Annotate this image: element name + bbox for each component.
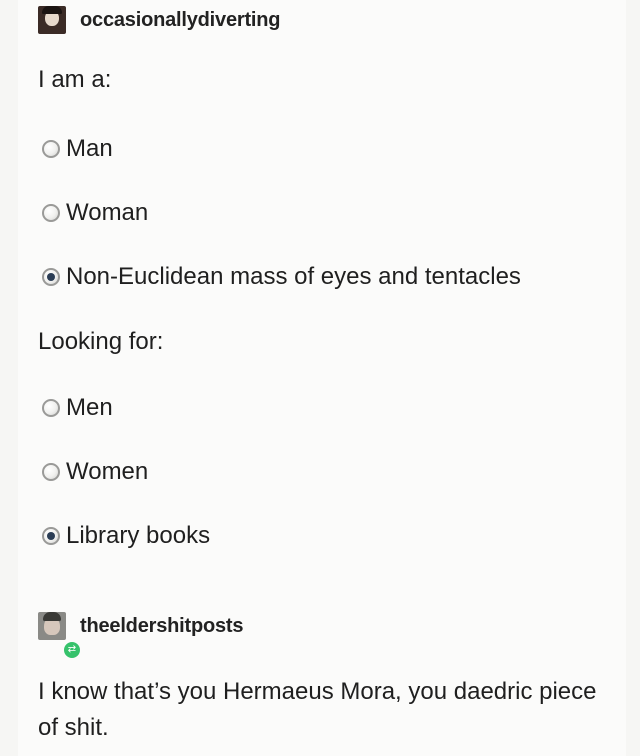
avatar[interactable] [38, 6, 66, 34]
radio-option-women[interactable]: Women [42, 458, 148, 486]
radio-option-men[interactable]: Men [42, 394, 113, 422]
option-label: Men [66, 394, 113, 421]
radio-option-man[interactable]: Man [42, 135, 113, 163]
original-post-header: occasionallydiverting [38, 6, 281, 34]
option-label: Woman [66, 199, 149, 226]
radio-selected-icon[interactable] [42, 527, 60, 545]
radio-selected-icon[interactable] [42, 268, 60, 286]
post-card: occasionallydiverting I am a: Man Woman … [18, 0, 626, 756]
option-label: Women [66, 458, 149, 485]
prompt-looking-for: Looking for: [38, 328, 164, 355]
radio-option-non-euclidean[interactable]: Non-Euclidean mass of eyes and tentacles [42, 263, 521, 291]
reblog-header: theeldershitposts [38, 612, 244, 640]
username-link[interactable]: theeldershitposts [80, 615, 244, 638]
radio-icon[interactable] [42, 204, 60, 222]
reblog-icon: ⇄ [62, 640, 82, 660]
prompt-i-am: I am a: [38, 66, 112, 93]
reblog-comment: I know that’s you Hermaeus Mora, you dae… [38, 678, 597, 741]
radio-option-library-books[interactable]: Library books [42, 522, 210, 550]
option-label: Non-Euclidean mass of eyes and tentacles [66, 263, 521, 290]
option-label: Man [66, 135, 113, 162]
radio-icon[interactable] [42, 399, 60, 417]
radio-icon[interactable] [42, 463, 60, 481]
radio-icon[interactable] [42, 140, 60, 158]
avatar[interactable] [38, 612, 66, 640]
option-label: Library books [66, 522, 211, 549]
radio-option-woman[interactable]: Woman [42, 199, 148, 227]
username-link[interactable]: occasionallydiverting [80, 9, 281, 32]
